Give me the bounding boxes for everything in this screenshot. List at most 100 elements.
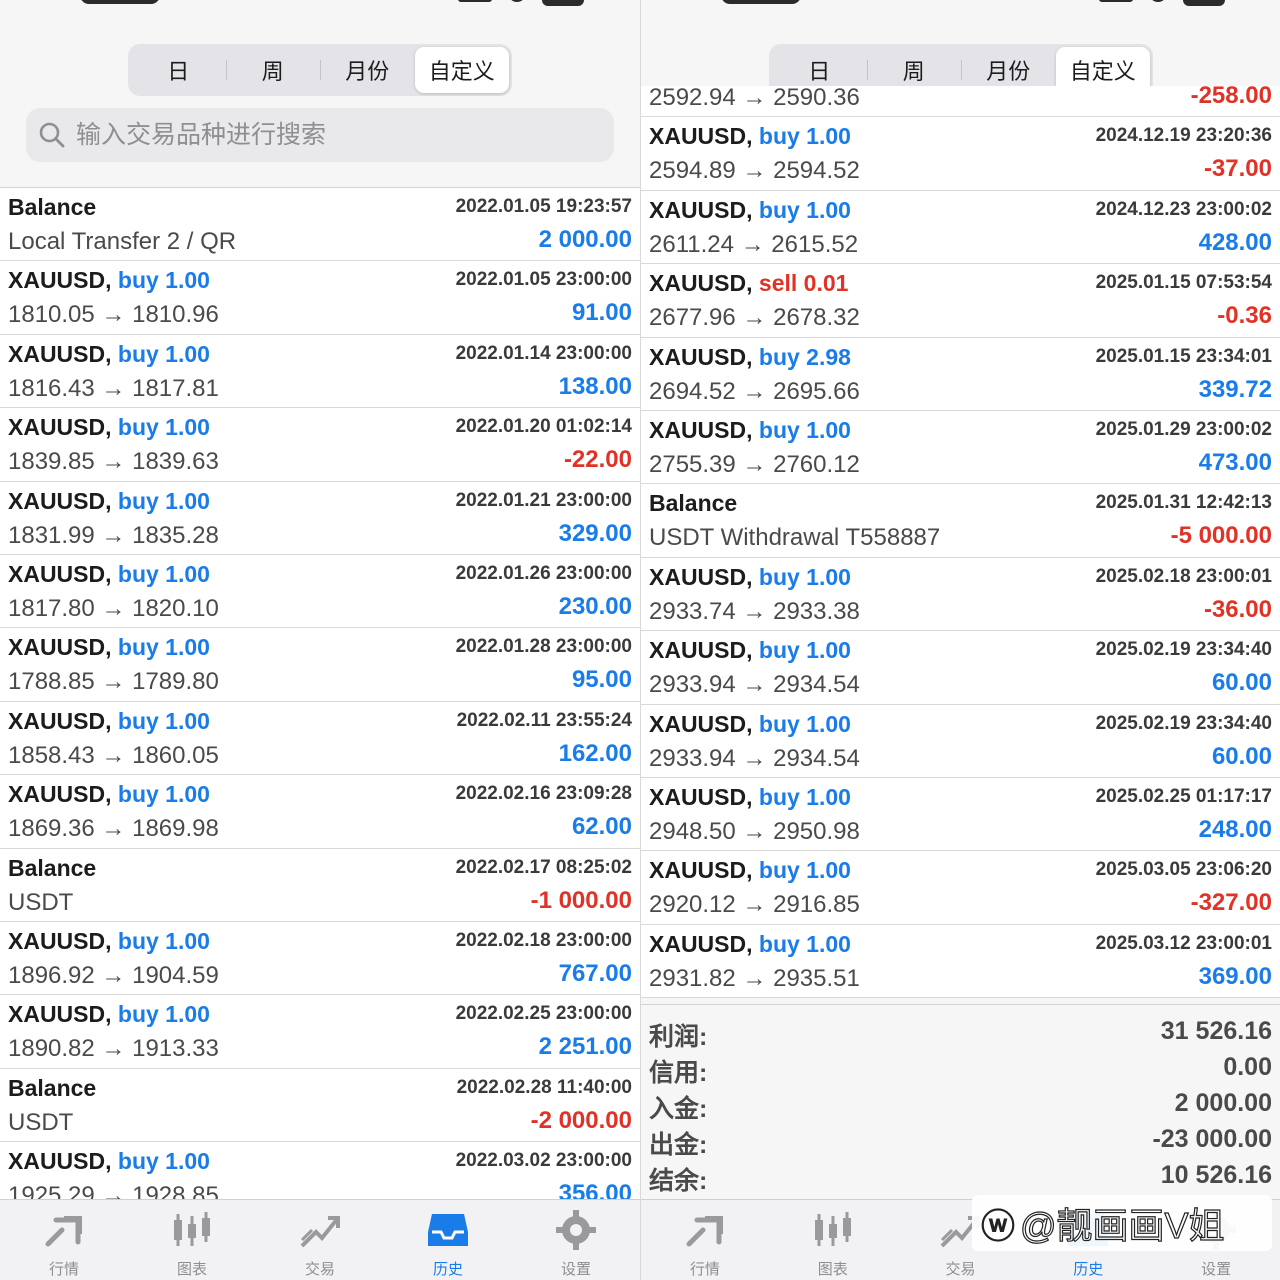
chart-icon bbox=[170, 1210, 214, 1250]
chart-icon bbox=[811, 1210, 855, 1250]
period-segmented-control: 日 周 月份 自定义 bbox=[128, 44, 512, 96]
history-row[interactable]: XAUUSD, buy 1.00 2025.03.05 23:06:20 2920.… bbox=[641, 851, 1280, 925]
tab-settings[interactable]: 设置 bbox=[512, 1200, 640, 1280]
history-row[interactable]: XAUUSD, buy 1.00 2022.01.14 23:00:00 1816.… bbox=[0, 334, 640, 409]
row-symbol: Balance bbox=[8, 1074, 97, 1101]
summary-row-balance: 结余: 10 526.16 bbox=[649, 1161, 1272, 1197]
row-amount: 767.00 bbox=[558, 959, 632, 987]
history-row[interactable]: XAUUSD, buy 1.00 2024.12.23 23:00:02 2611.… bbox=[641, 190, 1280, 265]
row-title: XAUUSD, buy 1.00 bbox=[649, 931, 851, 958]
row-datetime: 2022.01.26 23:00:00 bbox=[455, 562, 632, 584]
summary-label: 信用: bbox=[649, 1059, 708, 1087]
row-side: buy 1.00 bbox=[758, 563, 851, 590]
history-row[interactable]: XAUUSD, buy 1.00 2022.01.05 23:00:00 1810.… bbox=[0, 261, 640, 335]
row-symbol: XAUUSD, bbox=[649, 637, 759, 664]
row-detail: 1890.82 → 1913.33 bbox=[8, 1035, 219, 1063]
row-datetime: 2022.01.05 23:00:00 bbox=[455, 269, 632, 291]
row-symbol: XAUUSD, bbox=[8, 1148, 118, 1175]
row-detail: 2592.94 → 2590.36 bbox=[649, 86, 860, 111]
summary-row-withdrawal: 出金: -23 000.00 bbox=[649, 1125, 1272, 1161]
row-datetime: 2022.03.02 23:00:00 bbox=[455, 1150, 632, 1172]
history-row[interactable]: XAUUSD, buy 1.00 2022.02.16 23:09:28 1869.… bbox=[0, 775, 640, 849]
history-row[interactable]: XAUUSD, buy 1.00 2022.01.20 01:02:14 1839.… bbox=[0, 408, 640, 482]
row-amount: 60.00 bbox=[1211, 669, 1272, 697]
row-title: XAUUSD, buy 1.00 bbox=[8, 488, 210, 515]
row-side: buy 1.00 bbox=[117, 1001, 210, 1028]
tab-bar: 行情 图表 交易 历史 设置 bbox=[0, 1199, 640, 1280]
summary-value: 0.00 bbox=[1223, 1053, 1272, 1081]
row-symbol: XAUUSD, bbox=[649, 930, 759, 957]
history-row[interactable]: XAUUSD, buy 1.00 2025.02.19 23:34:40 2933.… bbox=[641, 631, 1280, 705]
history-list[interactable]: 2592.94 → 2590.36 -258.00 XAUUSD, buy 1.00… bbox=[641, 86, 1280, 1004]
segment-custom[interactable]: 自定义 bbox=[414, 47, 509, 93]
row-side: buy 1.00 bbox=[758, 783, 851, 810]
wifi-icon bbox=[1149, 0, 1167, 2]
account-summary: 利润: 31 526.16 信用: 0.00 入金: 2 000.00 出金: … bbox=[641, 1004, 1280, 1200]
segment-day[interactable]: 日 bbox=[131, 47, 226, 93]
summary-row-profit: 利润: 31 526.16 bbox=[649, 1017, 1272, 1053]
quotes-icon bbox=[683, 1210, 727, 1250]
tab-trade[interactable]: 交易 bbox=[256, 1200, 384, 1280]
segment-week[interactable]: 周 bbox=[225, 47, 321, 93]
row-datetime: 2025.01.29 23:00:02 bbox=[1095, 418, 1272, 440]
watermark: ⓦ @靓画画V姐 bbox=[972, 1195, 1272, 1251]
history-row[interactable]: XAUUSD, buy 1.00 2022.01.26 23:00:00 1817.… bbox=[0, 554, 640, 629]
history-row[interactable]: XAUUSD, buy 1.00 2022.03.02 23:00:00 1925.… bbox=[0, 1142, 640, 1199]
row-amount: 473.00 bbox=[1198, 448, 1272, 476]
row-title: XAUUSD, buy 1.00 bbox=[8, 634, 210, 661]
tab-quotes[interactable]: 行情 bbox=[641, 1200, 769, 1280]
history-row[interactable]: XAUUSD, buy 1.00 2022.02.18 23:00:00 1896.… bbox=[0, 921, 640, 996]
weibo-logo-icon: ⓦ bbox=[981, 1207, 1015, 1246]
row-detail: 1816.43 → 1817.81 bbox=[8, 374, 219, 402]
row-datetime: 2025.01.15 23:34:01 bbox=[1095, 345, 1272, 367]
history-row[interactable]: Balance 2022.02.17 08:25:02 USDT -1 000.00 bbox=[0, 848, 640, 922]
segment-month[interactable]: 月份 bbox=[320, 47, 415, 93]
row-detail: 1817.80 → 1820.10 bbox=[8, 594, 219, 622]
summary-label: 结余: bbox=[649, 1167, 708, 1195]
tab-quotes[interactable]: 行情 bbox=[0, 1200, 128, 1280]
history-row[interactable]: XAUUSD, buy 1.00 2022.02.11 23:55:24 1858.… bbox=[0, 701, 640, 776]
history-row[interactable]: Balance 2022.01.05 19:23:57 Local Transfer… bbox=[0, 188, 640, 262]
row-side: sell 0.01 bbox=[758, 270, 849, 297]
row-title: Balance bbox=[8, 194, 96, 221]
history-row[interactable]: 2592.94 → 2590.36 -258.00 bbox=[641, 86, 1280, 118]
status-time bbox=[80, 0, 160, 4]
search-input[interactable] bbox=[76, 120, 596, 150]
tab-label: 图表 bbox=[176, 1261, 207, 1278]
history-row[interactable]: XAUUSD, buy 1.00 2025.02.19 23:34:40 2933.… bbox=[641, 704, 1280, 778]
row-detail: 1869.36 → 1869.98 bbox=[8, 815, 219, 843]
row-title: XAUUSD, buy 1.00 bbox=[649, 123, 851, 150]
row-amount: -36.00 bbox=[1203, 595, 1272, 623]
tab-history[interactable]: 历史 bbox=[384, 1200, 512, 1280]
history-row[interactable]: XAUUSD, buy 1.00 2022.02.25 23:00:00 1890.… bbox=[0, 995, 640, 1069]
battery-icon bbox=[1183, 0, 1225, 6]
history-row[interactable]: XAUUSD, buy 1.00 2022.01.21 23:00:00 1831.… bbox=[0, 481, 640, 555]
tab-chart[interactable]: 图表 bbox=[769, 1200, 897, 1280]
row-detail: 1925.29 → 1928.85 bbox=[8, 1182, 219, 1199]
row-detail: USDT bbox=[8, 1108, 74, 1136]
tab-chart[interactable]: 图表 bbox=[128, 1200, 256, 1280]
row-symbol: XAUUSD, bbox=[8, 1001, 118, 1028]
history-row[interactable]: XAUUSD, buy 1.00 2025.01.29 23:00:02 2755.… bbox=[641, 410, 1280, 485]
history-list[interactable]: Balance 2022.01.05 19:23:57 Local Transfer… bbox=[0, 187, 640, 1199]
row-amount: 60.00 bbox=[1211, 742, 1272, 770]
history-row[interactable]: XAUUSD, buy 2.98 2025.01.15 23:34:01 2694.… bbox=[641, 337, 1280, 411]
row-amount: 329.00 bbox=[558, 519, 632, 547]
history-row[interactable]: XAUUSD, buy 1.00 2022.01.28 23:00:00 1788.… bbox=[0, 628, 640, 702]
row-datetime: 2022.02.18 23:00:00 bbox=[455, 929, 632, 951]
history-row[interactable]: Balance 2025.01.31 12:42:13 USDT Withdrawa… bbox=[641, 484, 1280, 558]
history-row[interactable]: XAUUSD, sell 0.01 2025.01.15 07:53:54 2677… bbox=[641, 264, 1280, 338]
history-row[interactable]: XAUUSD, buy 1.00 2025.02.25 01:17:17 2948.… bbox=[641, 777, 1280, 852]
row-side: buy 1.00 bbox=[117, 414, 210, 441]
history-row[interactable]: Balance 2022.02.28 11:40:00 USDT -2 000.00 bbox=[0, 1068, 640, 1143]
row-title: XAUUSD, buy 1.00 bbox=[649, 711, 851, 738]
history-row[interactable]: XAUUSD, buy 1.00 2024.12.19 23:20:36 2594.… bbox=[641, 117, 1280, 191]
row-datetime: 2025.01.15 07:53:54 bbox=[1095, 272, 1272, 294]
search-bar[interactable] bbox=[26, 108, 614, 162]
row-detail: 2948.50 → 2950.98 bbox=[649, 817, 860, 845]
row-symbol: XAUUSD, bbox=[8, 634, 118, 661]
row-datetime: 2024.12.23 23:00:02 bbox=[1095, 198, 1272, 220]
history-row[interactable]: XAUUSD, buy 1.00 2025.02.18 23:00:01 2933.… bbox=[641, 557, 1280, 632]
history-row[interactable]: XAUUSD, buy 1.00 2025.03.12 23:00:01 2931.… bbox=[641, 924, 1280, 999]
row-amount: -327.00 bbox=[1190, 889, 1272, 917]
